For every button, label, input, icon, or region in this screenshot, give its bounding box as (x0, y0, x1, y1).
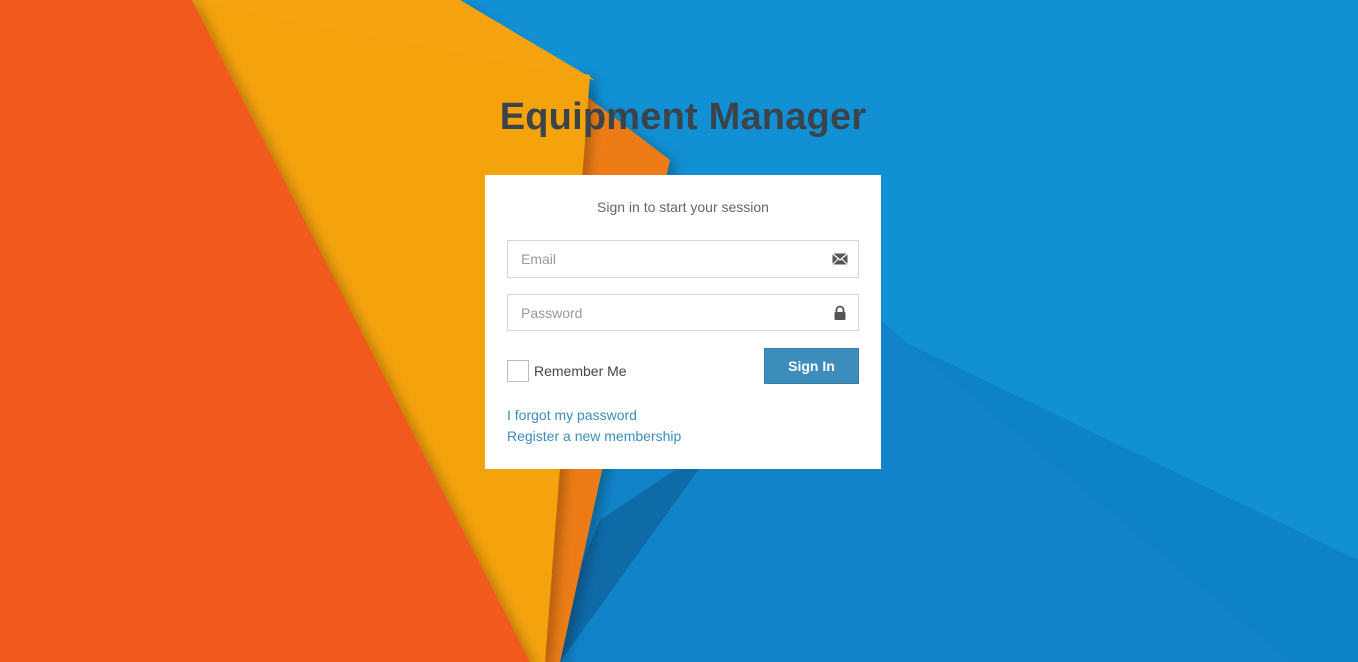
email-field-wrapper (507, 240, 859, 278)
remember-me-label: Remember Me (534, 363, 627, 379)
email-input[interactable] (508, 241, 858, 277)
remember-me: Remember Me (507, 359, 627, 383)
password-input[interactable] (508, 295, 858, 330)
login-page: Equipment Manager Sign in to start your … (0, 0, 1358, 662)
lock-icon (834, 305, 846, 320)
app-title: Equipment Manager (499, 96, 867, 138)
register-membership-link[interactable]: Register a new membership (507, 428, 681, 444)
sign-in-button[interactable]: Sign In (764, 348, 859, 384)
login-box-message: Sign in to start your session (597, 199, 769, 215)
password-field-wrapper (507, 294, 859, 331)
forgot-password-link[interactable]: I forgot my password (507, 407, 637, 423)
remember-me-checkbox[interactable] (507, 360, 529, 382)
login-box: Sign in to start your session Remember M… (485, 175, 881, 469)
envelope-icon (832, 253, 848, 265)
